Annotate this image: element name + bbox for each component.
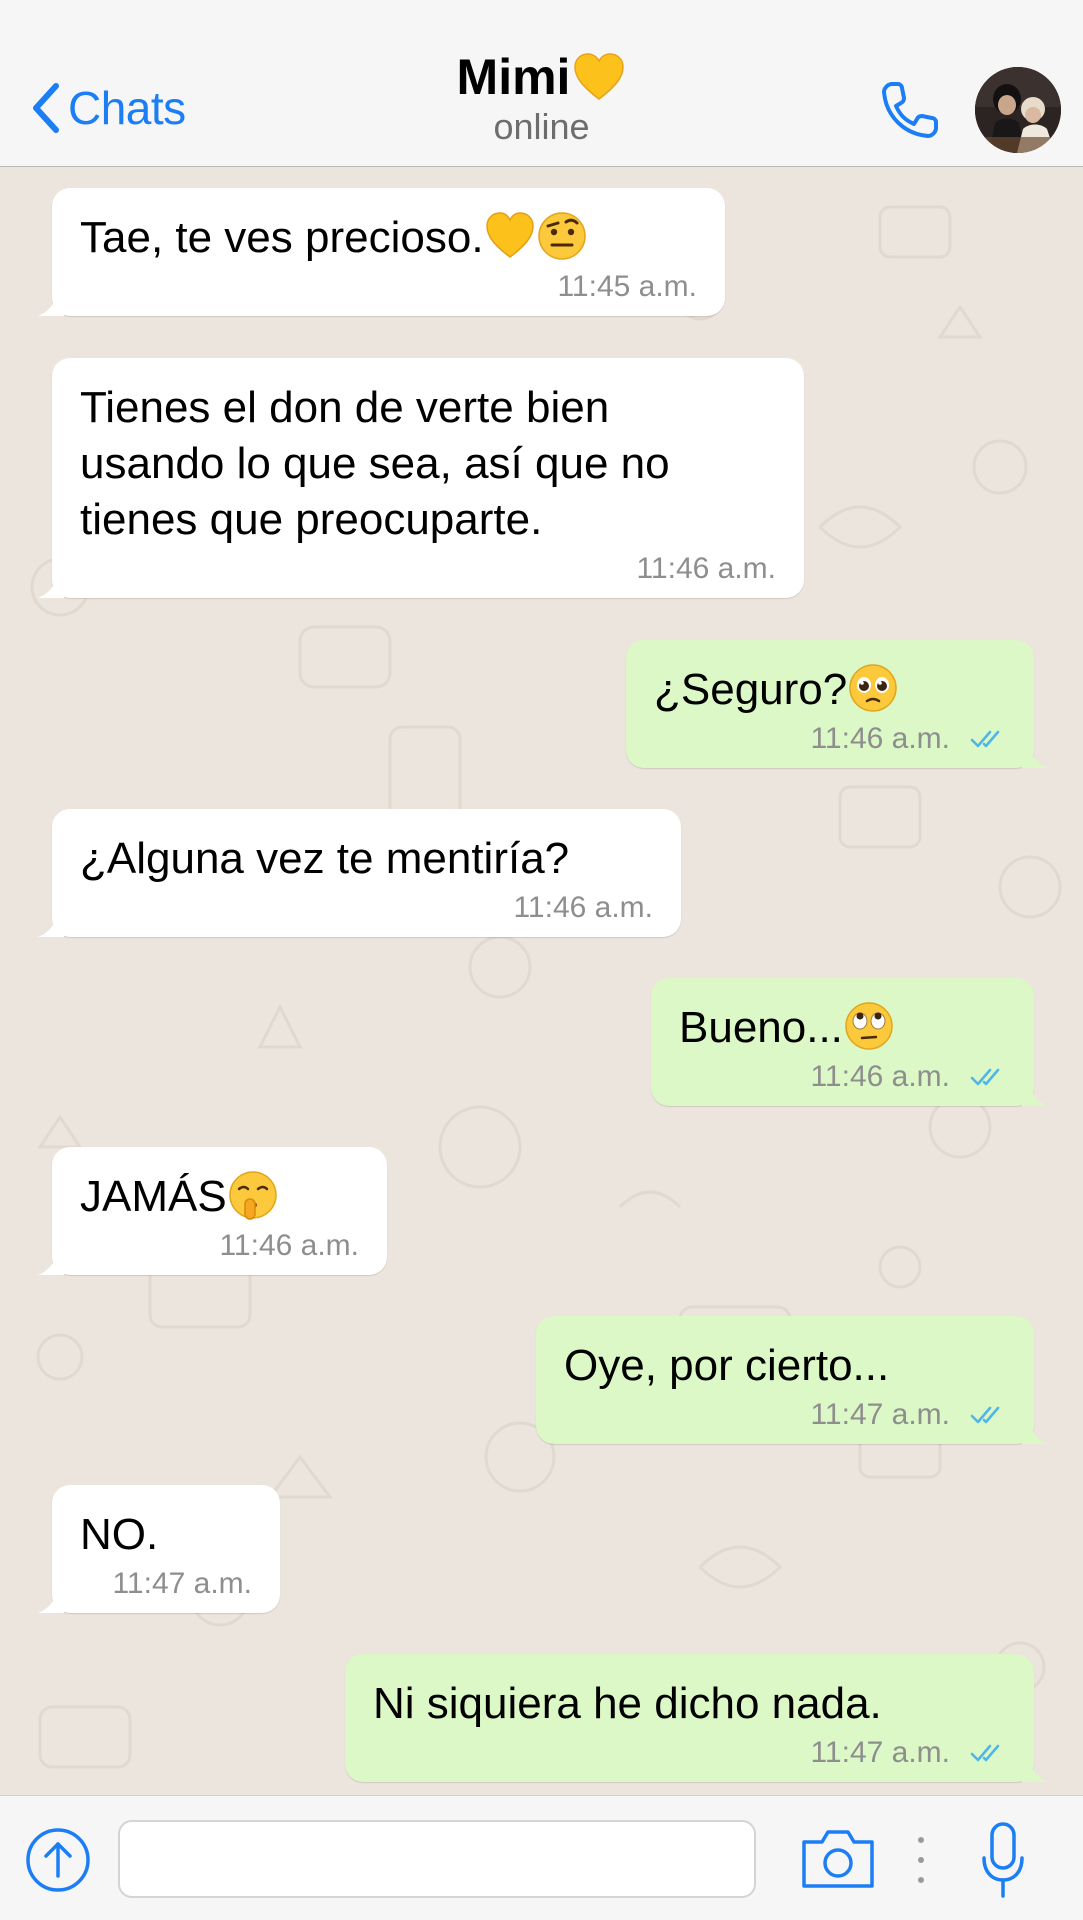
bubble-tail: [38, 1587, 64, 1613]
message-timestamp: 11:46 a.m.: [636, 552, 776, 585]
message-timestamp: 11:47 a.m.: [112, 1567, 252, 1600]
message-text: Ni siquiera he dicho nada.: [373, 1676, 1006, 1732]
microphone-icon[interactable]: [980, 1820, 1026, 1900]
message-meta: 11:45 a.m.: [80, 270, 697, 304]
yellow-heart-emoji-icon: [485, 212, 534, 259]
message-list[interactable]: Tae, te ves precioso. 11:45 a.m. Tienes el…: [0, 167, 1083, 1795]
message-meta: 11:47 a.m.: [564, 1398, 1006, 1432]
message-text: ¿Alguna vez te mentiría?: [80, 831, 653, 887]
incoming-message-bubble[interactable]: JAMÁS 11:46 a.m.: [38, 1147, 387, 1275]
contact-title: Mimi: [457, 48, 627, 106]
message-text-content: Bueno...: [679, 1003, 843, 1052]
bubble-tail: [38, 1249, 64, 1275]
eye-roll-face-emoji-icon: [845, 1002, 893, 1051]
bubble-tail: [1022, 1418, 1048, 1444]
message-text-content: ¿Alguna vez te mentiría?: [80, 834, 570, 883]
contact-name: Mimi: [456, 49, 571, 105]
outgoing-message-bubble[interactable]: Bueno... 11:46 a.m.: [651, 978, 1048, 1106]
message-meta: 11:46 a.m.: [679, 1060, 1006, 1094]
message-meta: 11:46 a.m.: [80, 1229, 359, 1263]
incoming-message-bubble[interactable]: Tae, te ves precioso. 11:45 a.m.: [38, 188, 725, 316]
message-meta: 11:46 a.m.: [654, 722, 1006, 756]
share-upload-icon[interactable]: [24, 1826, 92, 1894]
message-timestamp: 11:46 a.m.: [219, 1229, 359, 1262]
message-text-content: JAMÁS: [80, 1172, 227, 1221]
contact-avatar[interactable]: [975, 67, 1061, 153]
pleading-face-emoji-icon: [849, 664, 897, 713]
read-receipt-ticks-icon: [970, 1406, 1000, 1424]
outgoing-message-bubble[interactable]: Ni siquiera he dicho nada. 11:47 a.m.: [345, 1654, 1048, 1782]
message-meta: 11:47 a.m.: [80, 1567, 252, 1601]
message-text-content: Tienes el don de verte bien usando lo qu…: [80, 383, 670, 544]
bubble-tail: [1022, 1080, 1048, 1106]
message-input[interactable]: [118, 1820, 756, 1898]
message-meta: 11:47 a.m.: [373, 1736, 1006, 1770]
message-text: JAMÁS: [80, 1169, 359, 1225]
message-text: Tienes el don de verte bien usando lo qu…: [80, 380, 776, 548]
bubble-tail: [38, 572, 64, 598]
chat-header: Chats Mimi online: [0, 0, 1083, 167]
outgoing-message-bubble[interactable]: ¿Seguro? 11:46 a.m.: [626, 640, 1048, 768]
incoming-message-bubble[interactable]: ¿Alguna vez te mentiría? 11:46 a.m.: [38, 809, 681, 937]
message-text-content: ¿Seguro?: [654, 665, 848, 714]
bubble-tail: [38, 290, 64, 316]
separator-dots-icon: [918, 1837, 924, 1883]
message-timestamp: 11:46 a.m.: [810, 722, 950, 755]
avatar-photo: [975, 67, 1061, 153]
yellow-heart-icon: [574, 53, 625, 100]
read-receipt-ticks-icon: [970, 730, 1000, 748]
message-timestamp: 11:47 a.m.: [810, 1398, 950, 1431]
message-composer: [0, 1795, 1083, 1920]
message-meta: 11:46 a.m.: [80, 891, 653, 925]
incoming-message-bubble[interactable]: Tienes el don de verte bien usando lo qu…: [38, 358, 804, 598]
shushing-face-emoji-icon: [228, 1171, 277, 1221]
incoming-message-bubble[interactable]: NO. 11:47 a.m.: [38, 1485, 280, 1613]
phone-call-icon[interactable]: [878, 78, 942, 142]
bubble-tail: [38, 911, 64, 937]
bubble-tail: [1022, 742, 1048, 768]
message-text: NO.: [80, 1507, 252, 1563]
message-timestamp: 11:45 a.m.: [557, 270, 697, 303]
message-text-content: Ni siquiera he dicho nada.: [373, 1679, 882, 1728]
message-text-content: Tae, te ves precioso.: [80, 213, 484, 262]
read-receipt-ticks-icon: [970, 1744, 1000, 1762]
message-text-content: Oye, por cierto...: [564, 1341, 890, 1390]
bubble-tail: [1022, 1756, 1048, 1782]
message-timestamp: 11:47 a.m.: [810, 1736, 950, 1769]
raised-eyebrow-face-emoji-icon: [537, 212, 586, 261]
message-text: Oye, por cierto...: [564, 1338, 1006, 1394]
read-receipt-ticks-icon: [970, 1068, 1000, 1086]
message-meta: 11:46 a.m.: [80, 552, 776, 586]
message-text: ¿Seguro?: [654, 662, 1006, 718]
message-timestamp: 11:46 a.m.: [513, 891, 653, 924]
message-timestamp: 11:46 a.m.: [810, 1060, 950, 1093]
message-text-content: NO.: [80, 1510, 159, 1559]
message-text: Tae, te ves precioso.: [80, 210, 697, 266]
outgoing-message-bubble[interactable]: Oye, por cierto... 11:47 a.m.: [536, 1316, 1048, 1444]
message-text: Bueno...: [679, 1000, 1006, 1056]
camera-icon[interactable]: [800, 1828, 876, 1890]
